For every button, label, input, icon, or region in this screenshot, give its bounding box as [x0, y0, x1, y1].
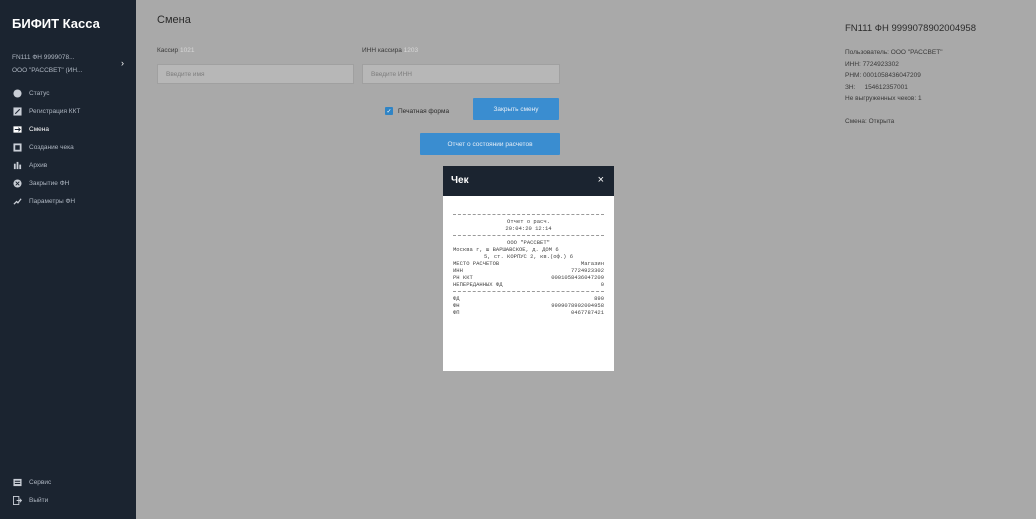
info-user: Пользователь: ООО "РАССВЕТ" [845, 49, 943, 56]
modal-title: Чек [451, 175, 469, 186]
receipt-header1: Отчет о расч. [507, 218, 550, 225]
sidebar-item-label: Закрытие ФН [29, 179, 70, 187]
params-icon [12, 196, 22, 206]
receipt-address2: 5, ст. КОРПУС 2, кв.(оф.) 6 [483, 253, 574, 260]
device-selector[interactable]: FN111 ФН 9999078... ООО "РАССВЕТ" (ИН...… [12, 51, 130, 77]
cashier-tag: 1021 [179, 47, 195, 54]
receipt-icon [12, 142, 22, 152]
receipt-row: РН ККТ 0001058436047209 [453, 274, 604, 281]
close-fn-icon [12, 178, 22, 188]
receipt-value: 9999078902004958 [551, 302, 604, 309]
receipt-modal: Чек × Отчет о расч. 20:04:20 12:14 ООО "… [443, 166, 614, 371]
receipt-value: 0 [600, 281, 604, 288]
device-owner: ООО "РАССВЕТ" (ИН... [12, 67, 83, 74]
receipt-key: ИНН [453, 267, 463, 274]
info-shift-status: Смена: Открыта [845, 118, 895, 125]
sidebar-item-label: Выйти [29, 496, 49, 504]
divider [453, 214, 604, 215]
receipt-address1: Москва г, ш ВАРШАВСКОЕ, д. ДОМ 6 [453, 246, 559, 253]
cashier-inn-input[interactable]: Введите ИНН [362, 64, 560, 84]
receipt-row: МЕСТО РАСЧЕТОВ Магазин [453, 260, 604, 267]
sidebar-nav: Статус Регистрация ККТ Смена Создание че… [0, 84, 136, 210]
print-form-checkbox[interactable]: ✓ Печатная форма [385, 107, 449, 115]
inn-label-text: ИНН кассира [362, 47, 402, 54]
print-form-label: Печатная форма [398, 107, 450, 115]
service-icon [12, 477, 22, 487]
cashier-label-text: Кассир [157, 47, 179, 54]
receipt-row: НЕПЕРЕДАННЫХ ФД 0 [453, 281, 604, 288]
sidebar-item-create-receipt[interactable]: Создание чека [0, 138, 136, 156]
receipt-value: 890 [594, 295, 604, 302]
sidebar-item-label: Смена [29, 125, 49, 133]
receipt-row: ФП 0467787421 [453, 309, 604, 316]
info-zn: ЗН: 154612357001 [845, 83, 908, 91]
device-title: FN111 ФН 9999078902004958 [845, 23, 977, 34]
close-icon[interactable]: × [598, 174, 604, 186]
registration-icon [12, 106, 22, 116]
cashier-placeholder: Введите имя [166, 70, 205, 78]
status-icon [12, 88, 22, 98]
info-inn: ИНН: 7724923302 [845, 60, 899, 68]
sidebar-item-status[interactable]: Статус [0, 84, 136, 102]
sidebar-item-fn-params[interactable]: Параметры ФН [0, 192, 136, 210]
page-title: Смена [157, 14, 191, 26]
sidebar-bottom: Сервис Выйти [0, 473, 136, 509]
receipt-org: ООО "РАССВЕТ" [507, 239, 550, 246]
inn-label: ИНН кассира 1203 [362, 47, 418, 54]
receipt-row: ФН 9999078902004958 [453, 302, 604, 309]
checkbox-checked-icon: ✓ [385, 107, 393, 115]
receipt-value: 0467787421 [570, 309, 604, 316]
device-info: Пользователь: ООО "РАССВЕТ" ИНН: 7724923… [845, 47, 943, 128]
divider [453, 235, 604, 236]
receipt-row: ИНН 7724923302 [453, 267, 604, 274]
sidebar-item-label: Создание чека [29, 143, 74, 151]
device-info-panel: FN111 ФН 9999078902004958 Пользователь: … [832, 0, 1036, 519]
sidebar-item-label: Регистрация ККТ [29, 107, 81, 115]
sidebar-item-service[interactable]: Сервис [0, 473, 136, 491]
receipt-key: НЕПЕРЕДАННЫХ ФД [453, 281, 503, 288]
app-title: БИФИТ Касса [12, 16, 100, 31]
receipt-key: МЕСТО РАСЧЕТОВ [453, 260, 500, 267]
sidebar-item-label: Архив [29, 161, 48, 169]
sidebar-item-label: Статус [29, 89, 50, 97]
receipt-value: 7724923302 [570, 267, 604, 274]
inn-tag: 1203 [403, 47, 419, 54]
sidebar-item-label: Сервис [29, 478, 52, 486]
receipt-value: Магазин [580, 260, 604, 267]
sidebar-item-registration[interactable]: Регистрация ККТ [0, 102, 136, 120]
chevron-right-icon: › [121, 58, 124, 68]
receipt-key: РН ККТ [453, 274, 473, 281]
receipt-header2: 20:04:20 12:14 [505, 225, 552, 232]
sidebar: БИФИТ Касса FN111 ФН 9999078... ООО "РАС… [0, 0, 136, 519]
sidebar-item-shift[interactable]: Смена [0, 120, 136, 138]
shift-icon [12, 124, 22, 134]
sidebar-item-logout[interactable]: Выйти [0, 491, 136, 509]
archive-icon [12, 160, 22, 170]
receipt-row: ФД 890 [453, 295, 604, 302]
modal-header: Чек × [443, 166, 614, 196]
receipt-value: 0001058436047209 [551, 274, 604, 281]
info-unsent: Не выгруженных чеков: 1 [845, 95, 922, 102]
report-button[interactable]: Отчет о состоянии расчетов [420, 133, 560, 155]
sidebar-item-close-fn[interactable]: Закрытие ФН [0, 174, 136, 192]
cashier-name-input[interactable]: Введите имя [157, 64, 354, 84]
inn-placeholder: Введите ИНН [371, 70, 412, 78]
sidebar-item-label: Параметры ФН [29, 197, 76, 205]
receipt-key: ФП [453, 309, 460, 316]
receipt-key: ФН [453, 302, 460, 309]
logout-icon [12, 495, 22, 505]
divider [453, 291, 604, 292]
info-rnm: РНМ: 0001058436047209 [845, 72, 921, 79]
close-shift-button[interactable]: Закрыть смену [473, 98, 559, 120]
receipt-body: Отчет о расч. 20:04:20 12:14 ООО "РАССВЕ… [453, 211, 604, 316]
cashier-label: Кассир 1021 [157, 47, 194, 54]
device-name: FN111 ФН 9999078... [12, 54, 75, 61]
receipt-key: ФД [453, 295, 460, 302]
sidebar-item-archive[interactable]: Архив [0, 156, 136, 174]
